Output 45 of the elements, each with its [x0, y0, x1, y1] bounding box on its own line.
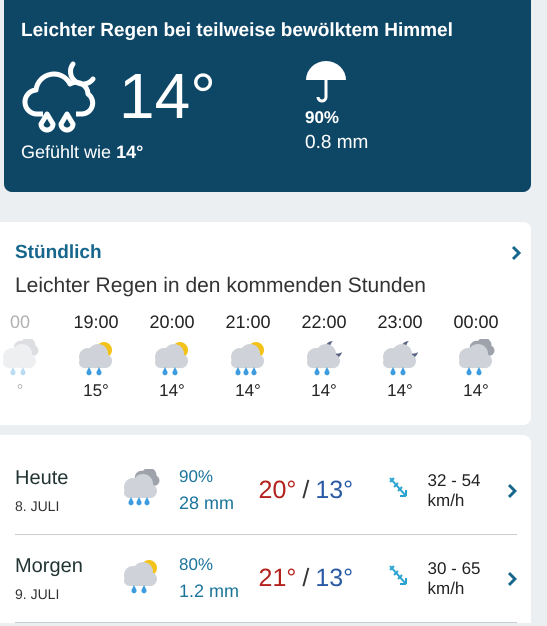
wind-unit: km/h	[428, 490, 466, 510]
day-name: Morgen	[15, 555, 84, 578]
precip-amount: 28 mm	[179, 493, 236, 514]
hour-time: 21:00	[225, 312, 271, 333]
hour-time: 20:00	[149, 312, 195, 333]
day-date: 9. JULI	[15, 586, 60, 602]
hour-time: 23:00	[377, 312, 423, 333]
hour-time: 19:00	[73, 312, 119, 333]
hour-temperature: 14°	[159, 381, 185, 401]
hour-temperature: 14°	[311, 381, 337, 401]
precip-chance: 80%	[179, 555, 214, 575]
hourly-summary: Leichter Regen in den kommenden Stunden	[15, 274, 427, 298]
feels-like-text: Gefühlt wie 14°	[21, 142, 144, 163]
precip-amount: 0.8 mm	[305, 132, 368, 154]
umbrella-icon	[305, 60, 347, 104]
hour-time: 00	[10, 312, 30, 333]
hour-temperature: 14°	[463, 381, 489, 401]
chevron-right-icon[interactable]	[507, 482, 518, 498]
hour-temperature: °	[16, 381, 24, 401]
wind-icon	[388, 564, 410, 588]
hour-temperature: 14°	[387, 381, 413, 401]
high-temperature: 20°	[258, 476, 296, 505]
low-temperature: 13°	[315, 476, 354, 505]
temperature: 14°	[119, 64, 216, 128]
hour-time: 22:00	[301, 312, 347, 333]
chevron-right-icon[interactable]	[511, 245, 521, 261]
low-temperature: 13°	[315, 564, 354, 593]
hour-temperature: 15°	[83, 381, 109, 401]
slash-separator: /	[302, 476, 310, 505]
hour-temperature: 14°	[235, 381, 261, 401]
precip-chance: 90%	[305, 108, 340, 128]
wind-speed: 30 - 65	[428, 558, 482, 578]
day-date: 8. JULI	[15, 498, 60, 514]
chevron-right-icon[interactable]	[507, 570, 518, 586]
hour-time: 00:00	[453, 312, 499, 333]
condition-text: Leichter Regen bei teilweise bewölktem Himmel	[21, 20, 454, 42]
section-title: Stündlich	[15, 242, 102, 264]
wind-icon	[388, 476, 410, 500]
high-temperature: 21°	[258, 564, 296, 593]
precip-chance: 90%	[179, 467, 214, 487]
wind-unit: km/h	[428, 578, 466, 598]
precip-amount: 1.2 mm	[179, 581, 240, 602]
day-name: Heute	[15, 467, 70, 490]
slash-separator: /	[302, 564, 310, 593]
wind-speed: 32 - 54	[428, 470, 482, 490]
